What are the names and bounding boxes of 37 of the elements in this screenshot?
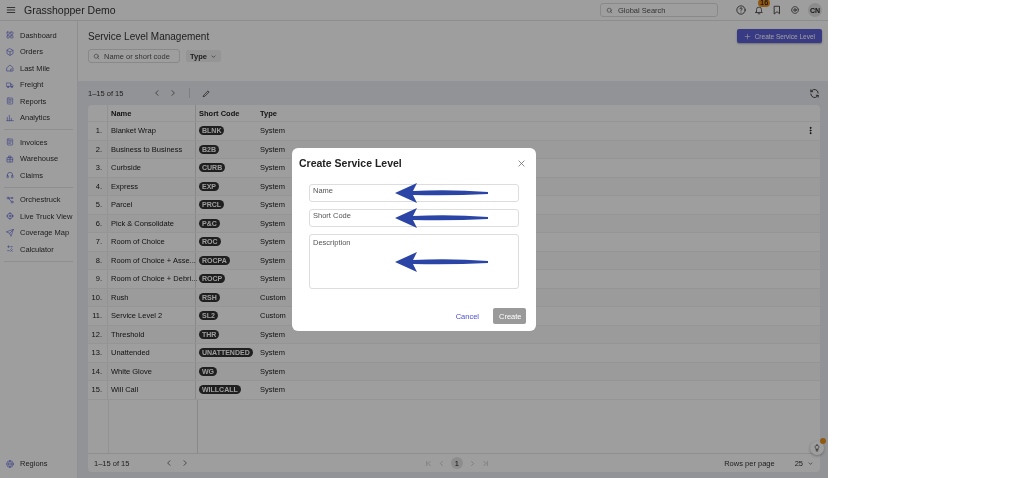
- chevron-right-icon[interactable]: [169, 89, 178, 97]
- search-icon: [93, 52, 100, 60]
- headset-icon: [6, 171, 14, 180]
- chevron-left-icon[interactable]: [165, 459, 174, 467]
- box-icon: [6, 47, 14, 56]
- caret-icon: [209, 52, 217, 60]
- app-title: Grasshopper Demo: [24, 4, 116, 16]
- building-icon: [6, 154, 14, 163]
- caret-icon: [807, 459, 814, 467]
- bookmark-icon[interactable]: [772, 5, 782, 15]
- document-icon: [6, 138, 14, 147]
- house-icon: [6, 64, 14, 73]
- chevron-left-icon[interactable]: [153, 89, 162, 97]
- target-icon: [6, 212, 14, 221]
- bell-icon[interactable]: [754, 5, 764, 15]
- search-icon: [606, 6, 613, 14]
- truck-icon: [6, 80, 14, 89]
- dialog-title: Create Service Level: [299, 157, 402, 169]
- refresh-icon[interactable]: [809, 87, 820, 99]
- calculator-icon: [6, 245, 14, 254]
- send-icon: [6, 228, 14, 237]
- close-icon[interactable]: [517, 158, 526, 168]
- globe-icon: [6, 459, 14, 468]
- page-title: Service Level Management: [88, 30, 211, 42]
- chart-icon: [6, 113, 14, 122]
- grid-icon: [6, 31, 14, 40]
- lightbulb-icon: [813, 444, 821, 452]
- nodes-icon: [6, 195, 14, 204]
- help-button[interactable]: [810, 441, 824, 455]
- document-icon: [6, 97, 14, 106]
- chevron-right-icon[interactable]: [181, 459, 190, 467]
- settings-icon[interactable]: [790, 5, 800, 15]
- help-icon[interactable]: [736, 5, 746, 15]
- pencil-icon[interactable]: [202, 88, 212, 98]
- menu-icon[interactable]: [6, 5, 16, 15]
- badge-dot: [820, 438, 826, 444]
- plus-icon: [743, 32, 751, 40]
